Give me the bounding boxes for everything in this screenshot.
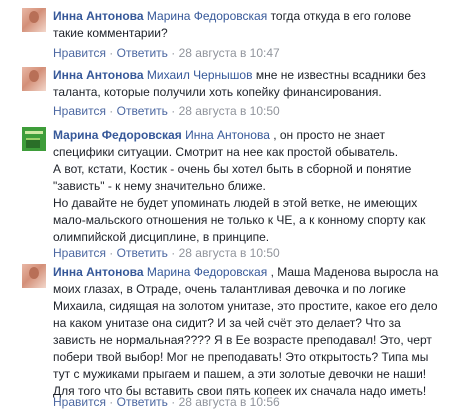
comment-author[interactable]: Инна Антонова bbox=[53, 68, 144, 82]
comment-body: Инна Антонова Михаил Чернышов мне не изв… bbox=[53, 67, 468, 101]
comment-author[interactable]: Марина Федоровская bbox=[53, 128, 182, 142]
like-link[interactable]: Нравится bbox=[53, 46, 106, 60]
comment-body: Марина Федоровская Инна Антонова , он пр… bbox=[53, 127, 468, 246]
like-link[interactable]: Нравится bbox=[53, 395, 106, 409]
comment-text-line: таланта, которые получили хоть копейку ф… bbox=[53, 85, 382, 99]
comment-timestamp[interactable]: 28 августа в 10:50 bbox=[179, 246, 280, 260]
reply-to-name[interactable]: Михаил Чернышов bbox=[147, 68, 253, 82]
like-link[interactable]: Нравится bbox=[53, 246, 106, 260]
comment-author[interactable]: Инна Антонова bbox=[53, 9, 144, 23]
comment-meta: Нравится · Ответить · 28 августа в 10:50 bbox=[53, 246, 280, 260]
reply-link[interactable]: Ответить bbox=[117, 104, 168, 118]
comment-meta: Нравится · Ответить · 28 августа в 10:56 bbox=[53, 395, 280, 409]
comment-author[interactable]: Инна Антонова bbox=[53, 265, 144, 279]
avatar[interactable] bbox=[22, 8, 46, 32]
comment-thread: Инна Антонова Марина Федоровская тогда о… bbox=[0, 0, 471, 411]
comment-body: Инна Антонова Марина Федоровская тогда о… bbox=[53, 8, 468, 42]
reply-link[interactable]: Ответить bbox=[117, 246, 168, 260]
comment-text-line: , он просто не знает bbox=[273, 128, 385, 142]
comment-text-line: , Маша Маденова выросла на bbox=[270, 265, 439, 279]
reply-to-name[interactable]: Марина Федоровская bbox=[147, 9, 267, 23]
comment-meta: Нравится · Ответить · 28 августа в 10:47 bbox=[53, 46, 280, 60]
comment-text-line: "зависть" - к нему значительно ближе. bbox=[53, 179, 266, 193]
comment-text-line: Михаила, сидящая на золотом унитазе, это… bbox=[53, 299, 438, 313]
comment-text-line: побери твой выбор! Мог не преподавать! Э… bbox=[53, 350, 429, 364]
reply-link[interactable]: Ответить bbox=[117, 395, 168, 409]
avatar[interactable] bbox=[22, 67, 46, 91]
like-link[interactable]: Нравится bbox=[53, 104, 106, 118]
reply-to-name[interactable]: Марина Федоровская bbox=[147, 265, 267, 279]
comment-text-line: олимпийской дисциплине, в принципе. bbox=[53, 230, 270, 244]
comment-body: Инна Антонова Марина Федоровская , Маша … bbox=[53, 264, 468, 400]
comment-timestamp[interactable]: 28 августа в 10:50 bbox=[179, 104, 280, 118]
comment-text-line: моих глазах, в Отраде, очень талантливая… bbox=[53, 282, 406, 296]
comment-text-line: такие комментарии? bbox=[53, 26, 168, 40]
comment-text-line: А вот, кстати, Костик - очень бы хотел б… bbox=[53, 162, 412, 176]
comment-text-line: мало-мальского отношения не только к ЧЕ,… bbox=[53, 213, 426, 227]
comment-timestamp[interactable]: 28 августа в 10:47 bbox=[179, 46, 280, 60]
comment-meta: Нравится · Ответить · 28 августа в 10:50 bbox=[53, 104, 280, 118]
reply-link[interactable]: Ответить bbox=[117, 46, 168, 60]
reply-to-name[interactable]: Инна Антонова bbox=[185, 128, 270, 142]
comment-text-line: зависть не нормальная???? Я в Ее возраст… bbox=[53, 333, 432, 347]
comment-text-line: на каком унитазе она сидит? И за чей счё… bbox=[53, 316, 401, 330]
comment-text-line: специфики ситуации. Смотрит на нее как п… bbox=[53, 145, 399, 159]
comment-text-line: тут с мужиками прыгаем и пашем, а эти зо… bbox=[53, 367, 427, 381]
comment-text-line: мне не известны всадники без bbox=[255, 68, 426, 82]
comment-text-line: тогда откуда в его голове bbox=[270, 9, 412, 23]
comment-text-line: Но давайте не будет упоминать людей в эт… bbox=[53, 196, 418, 210]
comment-timestamp[interactable]: 28 августа в 10:56 bbox=[179, 395, 280, 409]
avatar[interactable] bbox=[22, 127, 46, 151]
avatar[interactable] bbox=[22, 264, 46, 288]
